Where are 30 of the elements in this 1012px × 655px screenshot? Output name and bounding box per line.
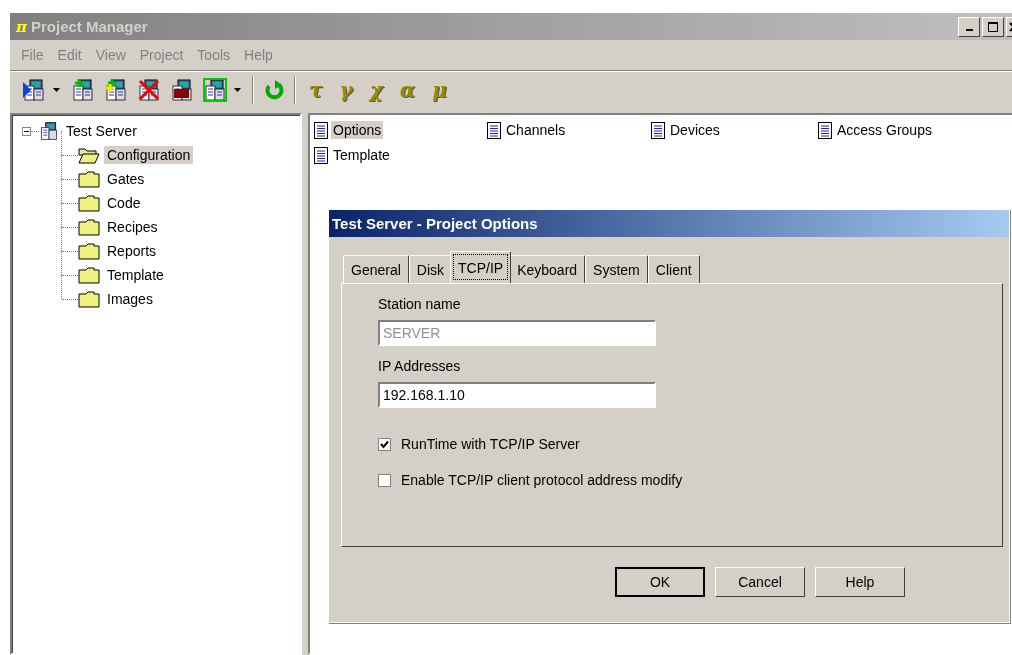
tree-item[interactable]: Recipes bbox=[104, 218, 161, 236]
window-title: Project Manager bbox=[31, 18, 148, 35]
tree-item[interactable]: Gates bbox=[104, 170, 148, 188]
dialog-button[interactable]: Help bbox=[815, 567, 905, 597]
tab[interactable]: System bbox=[585, 255, 648, 283]
list-item[interactable]: Devices bbox=[668, 121, 722, 139]
tree-item[interactable]: Template bbox=[104, 266, 167, 284]
dialog-title: Test Server - Project Options bbox=[329, 210, 1009, 237]
field-label: Station name bbox=[378, 296, 462, 312]
list-item[interactable]: Options bbox=[331, 121, 384, 139]
tab[interactable]: TCP/IP bbox=[450, 251, 512, 283]
field-label: IP Addresses bbox=[378, 358, 462, 374]
checkbox-label: Enable TCP/IP client protocol address modify bbox=[401, 472, 683, 488]
tree-item[interactable]: Code bbox=[104, 194, 144, 212]
tree-item[interactable]: Images bbox=[104, 290, 156, 308]
checkbox-label: RunTime with TCP/IP Server bbox=[401, 436, 580, 452]
dialog-button[interactable]: OK bbox=[615, 567, 705, 597]
dialog-button[interactable]: Cancel bbox=[715, 567, 805, 597]
tree-item[interactable]: Configuration bbox=[104, 146, 194, 164]
input-field[interactable]: 192.168.1.10 bbox=[378, 382, 656, 408]
tab[interactable]: Keyboard bbox=[509, 255, 586, 283]
app-icon: π bbox=[16, 17, 27, 36]
tab[interactable]: Client bbox=[647, 255, 700, 283]
list-item[interactable]: Template bbox=[331, 146, 392, 164]
tree-item[interactable]: Reports bbox=[104, 242, 160, 260]
list-item[interactable]: Access Groups bbox=[835, 121, 934, 139]
list-item[interactable]: Channels bbox=[504, 121, 568, 139]
tree-item[interactable]: Test Server bbox=[63, 122, 140, 140]
tab[interactable]: General bbox=[343, 255, 409, 283]
tab[interactable]: Disk bbox=[408, 255, 453, 283]
